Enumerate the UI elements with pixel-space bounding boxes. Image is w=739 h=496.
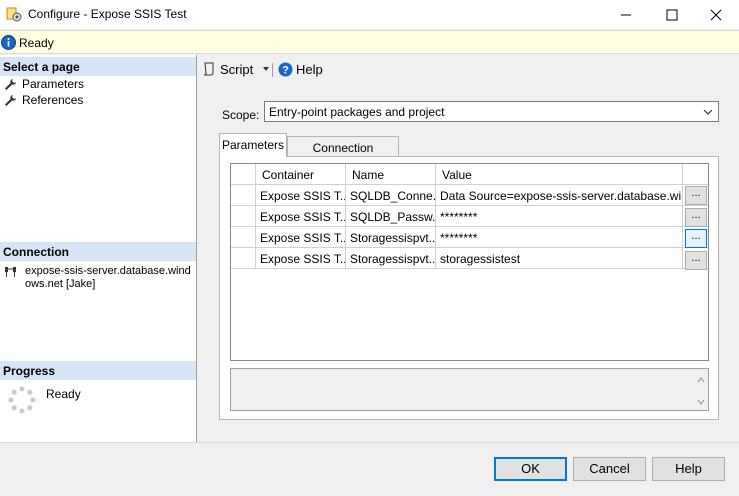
table-cell-container[interactable]: Expose SSIS T... <box>256 227 346 248</box>
progress-header: Progress <box>0 361 196 380</box>
table-cell-value[interactable]: ******** <box>436 206 683 227</box>
column-header-name: Name <box>346 164 436 185</box>
parameters-grid: Container Name Value Expose SSIS T... SQ… <box>230 163 709 361</box>
help-label: Help <box>296 61 323 77</box>
connection-header: Connection <box>0 242 196 261</box>
column-header-value: Value <box>436 164 683 185</box>
wrench-icon <box>5 78 16 90</box>
minimize-button[interactable] <box>603 0 649 29</box>
title-bar: Configure - Expose SSIS Test <box>0 0 739 29</box>
scope-label: Scope: <box>222 108 260 122</box>
table-cell-name[interactable]: Storagessispvt... <box>346 248 436 269</box>
column-header-container: Container <box>256 164 346 185</box>
table-cell-value[interactable]: storagessistest <box>436 248 683 269</box>
close-icon <box>710 9 722 20</box>
row-header-corner <box>231 164 256 185</box>
scope-value: Entry-point packages and project <box>269 105 445 119</box>
ellipsis-button[interactable]: ... <box>685 229 707 248</box>
description-box <box>230 368 709 411</box>
left-panel: Select a page Parameters References Conn… <box>0 55 197 442</box>
connection-icon <box>5 267 16 277</box>
tab-parameters[interactable]: Parameters <box>219 133 287 157</box>
minimize-icon <box>621 14 631 15</box>
close-button[interactable] <box>693 0 739 29</box>
wrench-icon <box>5 94 16 106</box>
script-label: Script <box>220 61 254 77</box>
table-cell-value[interactable]: ******** <box>436 227 683 248</box>
toolbar: Script ? Help <box>198 55 739 81</box>
page-item-parameters[interactable]: Parameters <box>4 76 84 92</box>
script-icon <box>203 62 214 76</box>
table-cell-name[interactable]: Storagessispvt... <box>346 227 436 248</box>
spinner-icon <box>8 386 36 414</box>
window-title: Configure - Expose SSIS Test <box>28 7 187 21</box>
help-toolbar-button[interactable]: ? Help <box>278 60 323 78</box>
column-header-button <box>683 164 708 185</box>
page-item-label: Parameters <box>22 77 85 91</box>
tab-connection-managers[interactable]: Connection Managers <box>287 136 399 169</box>
table-cell-name[interactable]: SQLDB_Conne... <box>346 185 436 206</box>
select-page-header: Select a page <box>0 57 196 76</box>
info-icon <box>1 35 16 50</box>
cancel-button[interactable]: Cancel <box>573 457 646 481</box>
maximize-icon <box>666 9 678 20</box>
row-header[interactable] <box>231 248 256 269</box>
scroll-up-icon[interactable] <box>696 375 706 385</box>
row-header[interactable] <box>231 185 256 206</box>
row-header[interactable] <box>231 227 256 248</box>
ellipsis-button[interactable]: ... <box>685 186 707 205</box>
connection-line-1: expose-ssis-server.database.wind <box>25 265 191 277</box>
toolbar-separator <box>272 63 273 77</box>
script-button[interactable]: Script <box>202 60 271 78</box>
progress-text: Ready <box>46 387 81 401</box>
footer-divider <box>0 442 739 443</box>
maximize-button[interactable] <box>649 0 695 29</box>
svg-text:?: ? <box>282 64 289 76</box>
chevron-down-icon <box>703 109 713 115</box>
scope-select[interactable]: Entry-point packages and project <box>264 101 719 122</box>
status-text: Ready <box>19 36 54 50</box>
help-icon: ? <box>278 62 293 76</box>
help-button[interactable]: Help <box>652 457 725 481</box>
dropdown-arrow-icon <box>263 67 270 71</box>
ok-button[interactable]: OK <box>494 457 567 481</box>
table-cell-name[interactable]: SQLDB_Passw... <box>346 206 436 227</box>
ellipsis-button[interactable]: ... <box>685 208 707 227</box>
status-bar: Ready <box>0 30 739 54</box>
connection-info: expose-ssis-server.database.wind ows.net… <box>25 265 195 291</box>
table-cell-container[interactable]: Expose SSIS T... <box>256 248 346 269</box>
table-cell-container[interactable]: Expose SSIS T... <box>256 185 346 206</box>
ellipsis-button[interactable]: ... <box>685 251 707 270</box>
app-icon <box>6 7 22 22</box>
row-header[interactable] <box>231 206 256 227</box>
table-cell-value[interactable]: Data Source=expose-ssis-server.database.… <box>436 185 683 206</box>
page-item-label: References <box>22 93 84 107</box>
page-item-references[interactable]: References <box>4 92 83 108</box>
table-cell-container[interactable]: Expose SSIS T... <box>256 206 346 227</box>
connection-line-2: ows.net [Jake] <box>25 278 96 290</box>
scroll-down-icon[interactable] <box>696 397 706 407</box>
